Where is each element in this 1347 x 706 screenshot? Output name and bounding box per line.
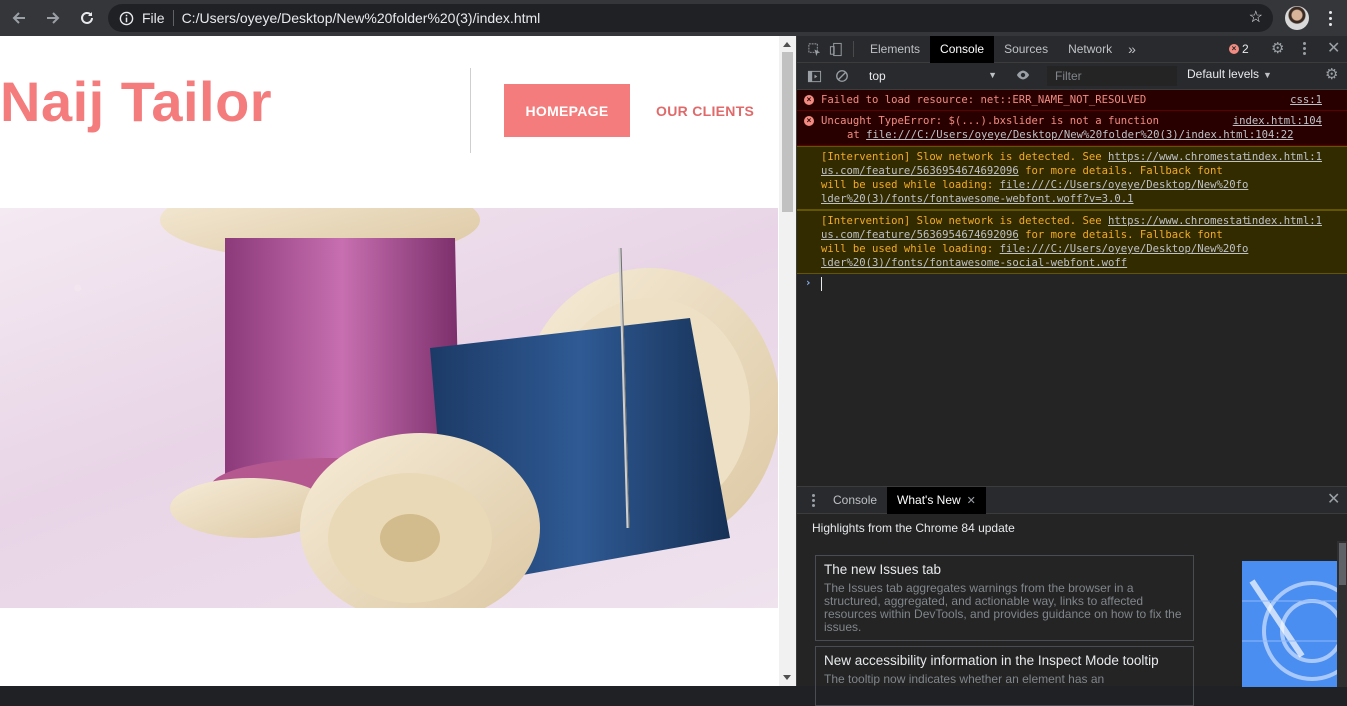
message-text: Failed to load resource: net::ERR_NAME_N… [821, 94, 1147, 106]
tab-sources[interactable]: Sources [994, 36, 1058, 63]
drawer-menu-icon[interactable] [803, 493, 823, 507]
hero-image [0, 208, 778, 608]
address-bar[interactable]: File C:/Users/oyeye/Desktop/New%20folder… [108, 4, 1273, 32]
profile-avatar[interactable] [1285, 6, 1309, 30]
tab-elements[interactable]: Elements [860, 36, 930, 63]
whats-new-heading: Highlights from the Chrome 84 update [812, 521, 1015, 535]
drawer-tab-bar: Console What's New ✕ ✕ [797, 486, 1347, 514]
message-source-link[interactable]: index.html:104 [1233, 114, 1322, 128]
context-selector[interactable]: top ▼ [861, 66, 1001, 86]
nav-our-clients[interactable]: OUR CLIENTS [656, 84, 754, 137]
message-source-link[interactable]: index.html:1 [1245, 150, 1322, 164]
clear-console-icon[interactable] [831, 65, 853, 87]
forward-button[interactable] [38, 3, 68, 33]
chevron-down-icon: ▼ [988, 70, 997, 80]
thread-spools-image [160, 208, 778, 608]
message-source-link[interactable]: css:1 [1290, 93, 1322, 107]
arrow-left-icon [12, 12, 25, 24]
error-icon: × [804, 95, 814, 105]
scroll-up-icon[interactable] [783, 42, 791, 47]
sidebar-toggle-icon[interactable] [803, 65, 825, 87]
devtools-panel: Elements Console Sources Network » × 2 ⚙… [796, 35, 1347, 706]
tab-network[interactable]: Network [1058, 36, 1122, 63]
close-drawer-icon[interactable]: ✕ [1327, 491, 1340, 509]
error-count-badge[interactable]: × 2 [1229, 42, 1249, 56]
warning-prefix: [Intervention] Slow network is detected.… [821, 215, 1109, 227]
devtools-tab-bar: Elements Console Sources Network » × 2 ⚙… [797, 35, 1347, 63]
feature-title: New accessibility information in the Ins… [824, 653, 1159, 668]
device-toolbar-icon[interactable] [825, 38, 847, 60]
text-cursor [821, 277, 822, 291]
feature-description: The tooltip now indicates whether an ele… [824, 672, 1105, 686]
drawer-tab-label: What's New [897, 493, 961, 507]
console-settings-gear-icon[interactable]: ⚙ [1325, 67, 1338, 83]
drawer-scrollbar-thumb[interactable] [1339, 543, 1346, 585]
console-message-warning[interactable]: [Intervention] Slow network is detected.… [797, 210, 1347, 274]
stack-trace-link[interactable]: file:///C:/Users/oyeye/Desktop/New%20fol… [866, 129, 1293, 141]
nav-homepage[interactable]: HOMEPAGE [504, 84, 630, 137]
reload-button[interactable] [72, 3, 102, 33]
tab-separator [853, 41, 854, 57]
console-toolbar: top ▼ Default levels▼ ⚙ [797, 63, 1347, 90]
feature-description: The Issues tab aggregates warnings from … [824, 581, 1182, 634]
reload-icon [81, 11, 93, 24]
scheme-label: File [142, 10, 165, 26]
console-message-warning[interactable]: [Intervention] Slow network is detected.… [797, 146, 1347, 210]
scrollbar-thumb[interactable] [782, 52, 793, 212]
drawer-tab-whats-new[interactable]: What's New ✕ [887, 486, 986, 514]
drawer-scrollbar[interactable] [1337, 541, 1347, 687]
info-icon[interactable] [118, 10, 134, 26]
tab-console[interactable]: Console [930, 35, 995, 63]
site-logo[interactable]: Naij Tailor [0, 72, 272, 132]
warning-prefix: [Intervention] Slow network is detected.… [821, 151, 1109, 163]
header-divider [470, 68, 471, 153]
feature-card[interactable]: The new Issues tab The Issues tab aggreg… [815, 555, 1194, 641]
context-value: top [869, 69, 886, 83]
log-levels-dropdown[interactable]: Default levels ▼ [1187, 67, 1272, 81]
devtools-menu-icon[interactable] [1303, 42, 1306, 55]
arrow-right-icon [47, 12, 60, 24]
error-icon: × [804, 116, 814, 126]
feature-thumbnail-image [1242, 561, 1337, 687]
stack-prefix: at [847, 129, 867, 141]
close-devtools-icon[interactable]: ✕ [1327, 40, 1340, 58]
url-text[interactable]: C:/Users/oyeye/Desktop/New%20folder%20(3… [182, 10, 541, 26]
console-message-error[interactable]: × Failed to load resource: net::ERR_NAME… [797, 90, 1347, 111]
back-button[interactable] [4, 3, 34, 33]
inspect-element-icon[interactable] [803, 38, 825, 60]
message-text: Uncaught TypeError: $(...).bxslider is n… [821, 115, 1160, 127]
devtools-drawer: Console What's New ✕ ✕ Highlights from th… [797, 486, 1347, 706]
console-output: × Failed to load resource: net::ERR_NAME… [797, 90, 1347, 486]
feature-title: The new Issues tab [824, 562, 942, 577]
page-scrollbar[interactable] [779, 36, 796, 686]
close-tab-icon[interactable]: ✕ [967, 494, 976, 507]
feature-card[interactable]: New accessibility information in the Ins… [815, 646, 1194, 706]
log-levels-value: Default levels [1187, 67, 1260, 81]
chevron-down-icon: ▼ [1263, 70, 1272, 80]
console-filter-input[interactable] [1047, 66, 1177, 86]
prompt-chevron-icon: › [805, 277, 812, 289]
live-expression-eye-icon[interactable] [1015, 68, 1031, 85]
settings-gear-icon[interactable]: ⚙ [1271, 41, 1284, 57]
console-message-error[interactable]: × Uncaught TypeError: $(...).bxslider is… [797, 111, 1347, 146]
browser-toolbar: File C:/Users/oyeye/Desktop/New%20folder… [0, 0, 1347, 36]
error-icon: × [1229, 44, 1239, 54]
more-tabs-icon[interactable]: » [1122, 41, 1142, 57]
omnibox-divider [172, 10, 174, 26]
console-prompt[interactable]: › [797, 274, 1347, 294]
bookmark-star-icon[interactable]: ☆ [1249, 9, 1263, 27]
browser-menu-icon[interactable] [1318, 6, 1342, 30]
scroll-down-icon[interactable] [783, 675, 791, 680]
error-count: 2 [1242, 42, 1249, 56]
message-source-link[interactable]: index.html:1 [1245, 214, 1322, 228]
drawer-tab-console[interactable]: Console [823, 487, 887, 514]
page-viewport: Naij Tailor HOMEPAGE OUR CLIENTS [0, 36, 779, 686]
